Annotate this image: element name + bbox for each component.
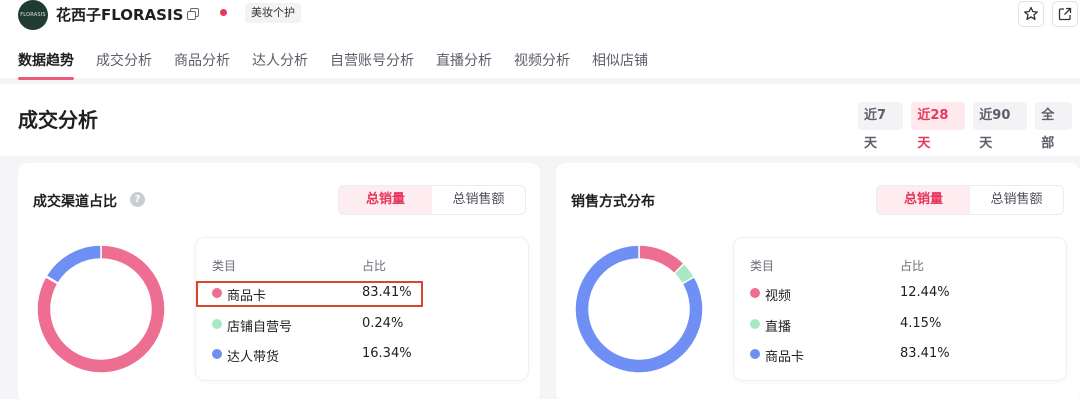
category-badge: 美妆个护 — [245, 3, 301, 23]
legend-value: 0.24% — [362, 316, 404, 331]
shop-name: 花西子FLORASIS — [56, 6, 184, 24]
tab-similar-shops[interactable]: 相似店铺 — [592, 50, 648, 78]
section-header: 成交分析 近7天 近28天 近90天 全部 — [0, 84, 1080, 156]
method-legend-table: 类目 占比 视频 12.44% 直播 4.15% 商品卡 83.41% — [733, 237, 1067, 381]
sales-method-card: 销售方式分布 总销量 总销售额 类目 占比 视频 12.44% 直播 4.15%… — [556, 163, 1080, 399]
tab-product-analysis[interactable]: 商品分析 — [174, 50, 230, 78]
range-28-days-button[interactable]: 近28天 — [911, 102, 966, 151]
legend-dot — [750, 319, 760, 329]
legend-dot — [212, 349, 222, 359]
legend-row: 达人带货 16.34% — [196, 343, 530, 367]
help-icon[interactable]: ? — [130, 192, 145, 207]
legend-row: 店铺自营号 0.24% — [196, 313, 530, 337]
tab-own-account-analysis[interactable]: 自营账号分析 — [330, 50, 414, 78]
channel-metric-toggle: 总销量 总销售额 — [338, 185, 526, 215]
legend-value: 16.34% — [362, 346, 412, 361]
live-status-dot — [220, 9, 227, 16]
copy-icon[interactable] — [187, 8, 199, 20]
method-card-title: 销售方式分布 — [571, 194, 655, 210]
channel-donut-chart — [36, 244, 166, 374]
range-7-days-button[interactable]: 近7天 — [858, 102, 904, 151]
total-sales-button[interactable]: 总销售额 — [432, 186, 525, 214]
column-header-category: 类目 — [212, 259, 237, 273]
highlight-annotation-box — [196, 281, 423, 307]
legend-label: 商品卡 — [765, 350, 805, 365]
legend-row: 视频 12.44% — [734, 282, 1068, 306]
star-icon — [1024, 6, 1038, 20]
method-donut-chart — [574, 244, 704, 374]
range-90-days-button[interactable]: 近90天 — [973, 102, 1028, 151]
column-header-share: 占比 — [362, 259, 387, 273]
legend-value: 12.44% — [900, 285, 950, 300]
donut-slice-视频[interactable] — [638, 244, 686, 275]
legend-dot — [750, 349, 760, 359]
legend-label: 店铺自营号 — [227, 320, 293, 335]
favorite-button[interactable] — [1018, 1, 1044, 27]
legend-value: 4.15% — [900, 316, 942, 331]
channel-legend-table: 类目 占比 商品卡 83.41% 店铺自营号 0.24% 达人带货 16.34% — [195, 237, 529, 381]
tab-deal-analysis[interactable]: 成交分析 — [96, 50, 152, 78]
tab-data-trend[interactable]: 数据趋势 — [18, 50, 74, 80]
total-volume-button[interactable]: 总销量 — [877, 186, 970, 214]
column-header-share: 占比 — [900, 259, 925, 273]
method-metric-toggle: 总销量 总销售额 — [876, 185, 1064, 215]
column-header-category: 类目 — [750, 259, 775, 273]
legend-row: 直播 4.15% — [734, 313, 1068, 337]
legend-label: 直播 — [765, 320, 792, 335]
donut-slice-达人带货[interactable] — [45, 244, 102, 285]
channel-card-title: 成交渠道占比 — [33, 194, 117, 210]
range-all-button[interactable]: 全部 — [1035, 102, 1072, 151]
section-title: 成交分析 — [18, 108, 98, 132]
share-button[interactable] — [1052, 1, 1078, 27]
legend-dot — [212, 319, 222, 329]
analysis-tabs: 数据趋势 成交分析 商品分析 达人分析 自营账号分析 直播分析 视频分析 相似店… — [18, 50, 670, 80]
legend-value: 83.41% — [900, 346, 950, 361]
date-range-selector: 近7天 近28天 近90天 全部 — [858, 102, 1080, 151]
legend-label: 达人带货 — [227, 350, 280, 365]
share-icon — [1058, 7, 1072, 21]
legend-dot — [750, 288, 760, 298]
tab-video-analysis[interactable]: 视频分析 — [514, 50, 570, 78]
tab-live-analysis[interactable]: 直播分析 — [436, 50, 492, 78]
legend-label: 视频 — [765, 289, 792, 304]
total-sales-button[interactable]: 总销售额 — [970, 186, 1063, 214]
shop-logo: FLORASIS — [18, 0, 48, 30]
legend-row: 商品卡 83.41% — [734, 343, 1068, 367]
total-volume-button[interactable]: 总销量 — [339, 186, 432, 214]
shop-header: FLORASIS 花西子FLORASIS 美妆个护 数据趋势 成交分析 商品分析… — [0, 0, 1080, 80]
tab-influencer-analysis[interactable]: 达人分析 — [252, 50, 308, 78]
